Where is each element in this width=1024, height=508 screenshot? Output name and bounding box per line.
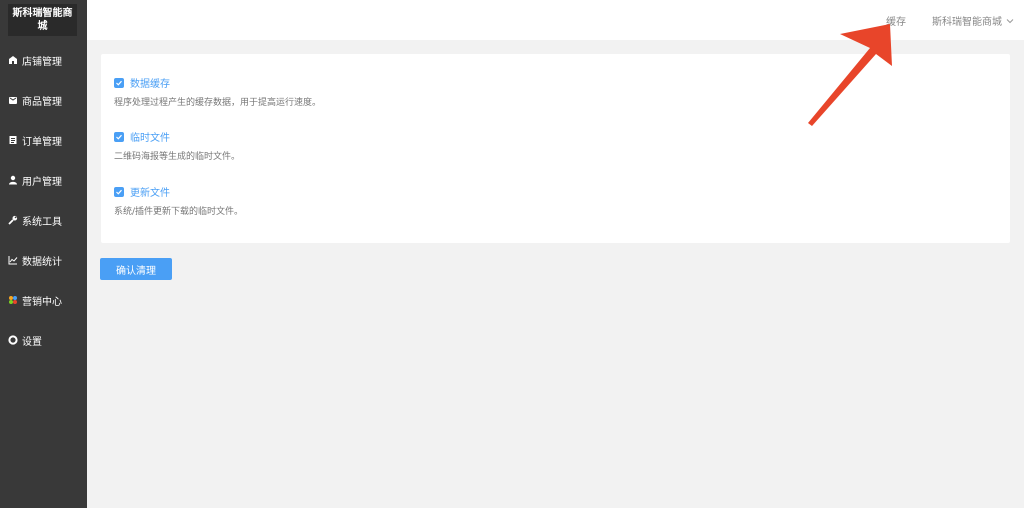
marketing-icon xyxy=(8,295,18,305)
sidebar-item-label: 设置 xyxy=(22,336,42,348)
checkbox-checked-icon[interactable] xyxy=(114,77,124,88)
sidebar-item-label: 系统工具 xyxy=(22,216,62,228)
store-switcher[interactable]: 斯科瑞智能商城 xyxy=(932,13,1014,28)
gear-icon xyxy=(8,335,18,345)
option-description: 系统/插件更新下载的临时文件。 xyxy=(114,207,244,217)
sidebar-item-label: 订单管理 xyxy=(22,136,62,148)
cache-link[interactable]: 缓存 xyxy=(886,13,906,28)
sidebar-item-settings[interactable]: 设置 xyxy=(0,328,87,352)
sidebar: 斯科瑞智能商城 店铺管理 商品管理 订单管理 用户管理 系统工具 数据统计 营销… xyxy=(0,0,87,508)
user-icon xyxy=(8,175,18,185)
app-logo[interactable]: 斯科瑞智能商城 xyxy=(8,4,77,36)
top-header: 缓存 斯科瑞智能商城 xyxy=(87,0,1024,40)
sidebar-item-products[interactable]: 商品管理 xyxy=(0,88,87,112)
sidebar-item-marketing[interactable]: 营销中心 xyxy=(0,288,87,312)
option-label: 数据缓存 xyxy=(130,79,170,90)
sidebar-item-store[interactable]: 店铺管理 xyxy=(0,48,87,72)
store-name: 斯科瑞智能商城 xyxy=(932,17,1002,28)
checkbox-checked-icon[interactable] xyxy=(114,131,124,142)
order-icon xyxy=(8,135,18,145)
option-label: 更新文件 xyxy=(130,188,170,199)
product-icon xyxy=(8,95,18,105)
sidebar-item-tools[interactable]: 系统工具 xyxy=(0,208,87,232)
sidebar-item-label: 店铺管理 xyxy=(22,56,62,68)
sidebar-item-stats[interactable]: 数据统计 xyxy=(0,248,87,272)
sidebar-item-label: 营销中心 xyxy=(22,296,62,308)
wrench-icon xyxy=(8,215,18,225)
chevron-down-icon xyxy=(1006,18,1014,23)
option-description: 二维码海报等生成的临时文件。 xyxy=(114,152,241,162)
sidebar-item-label: 用户管理 xyxy=(22,176,62,188)
option-update-files[interactable]: 更新文件 xyxy=(114,184,170,199)
chart-icon xyxy=(8,255,18,265)
option-description: 程序处理过程产生的缓存数据，用于提高运行速度。 xyxy=(114,98,322,108)
option-label: 临时文件 xyxy=(130,133,170,144)
option-data-cache[interactable]: 数据缓存 xyxy=(114,75,170,90)
sidebar-item-orders[interactable]: 订单管理 xyxy=(0,128,87,152)
sidebar-item-label: 商品管理 xyxy=(22,96,62,108)
store-icon xyxy=(8,55,18,65)
confirm-clear-button[interactable]: 确认清理 xyxy=(100,258,172,280)
sidebar-item-label: 数据统计 xyxy=(22,256,62,268)
checkbox-checked-icon[interactable] xyxy=(114,186,124,197)
cache-options-card: 数据缓存 程序处理过程产生的缓存数据，用于提高运行速度。 临时文件 二维码海报等… xyxy=(101,54,1010,243)
sidebar-item-users[interactable]: 用户管理 xyxy=(0,168,87,192)
option-temp-files[interactable]: 临时文件 xyxy=(114,129,170,144)
